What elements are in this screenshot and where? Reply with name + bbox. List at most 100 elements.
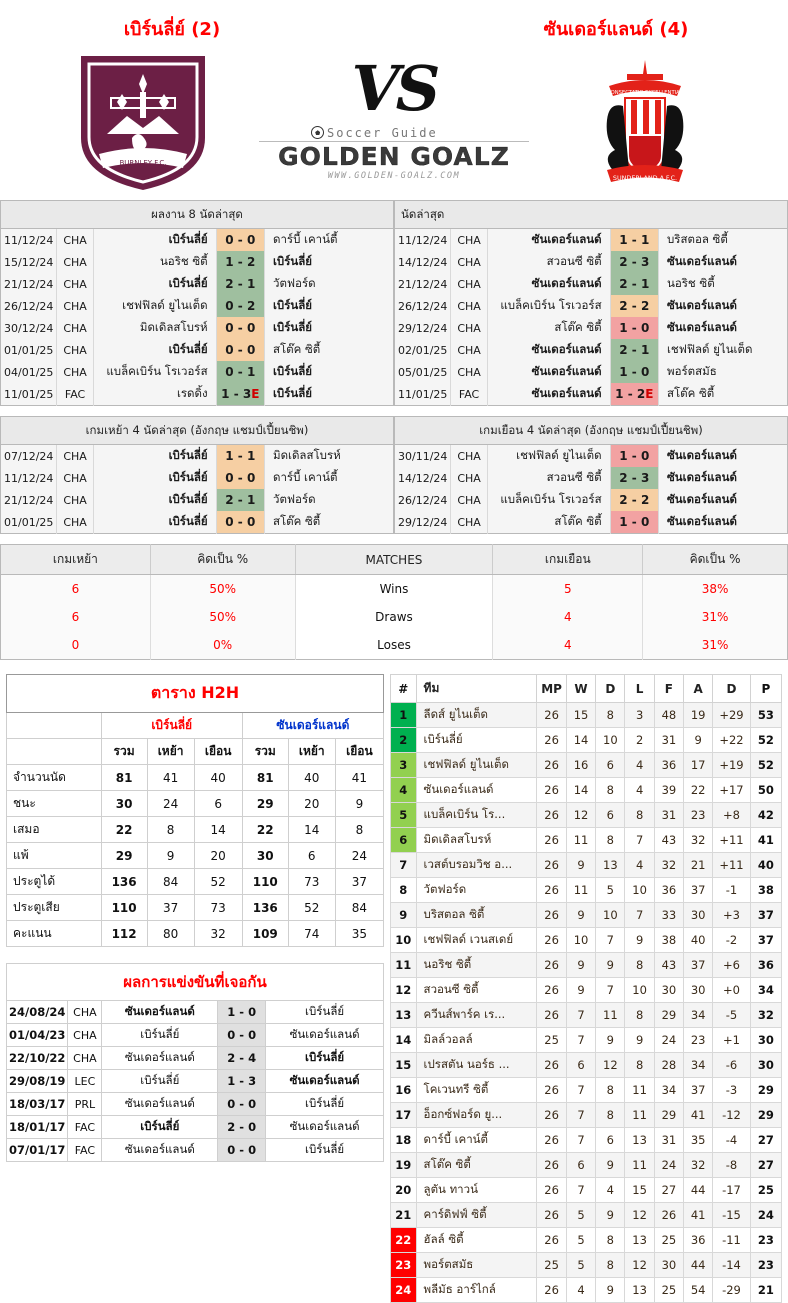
away-team-name: เบิร์นลี่ย์ <box>265 1046 384 1070</box>
standings-row[interactable]: 9 บริสตอล ซิตี้ 26 9 10 7 33 30 +3 37 <box>390 902 783 928</box>
standings-row[interactable]: 22 ฮัลล์ ซิตี้ 26 5 8 13 25 36 -11 23 <box>390 1227 783 1253</box>
h2h-result-row[interactable]: 29/08/19 LEC เบิร์นลี่ย์ 1 - 3 ซันเดอร์แลนด์ <box>5 1069 384 1093</box>
standings-row[interactable]: 8 วัตฟอร์ด 26 11 5 10 36 37 -1 38 <box>390 877 783 903</box>
match-score: 2 - 3 <box>610 467 659 489</box>
standings-losses: 7 <box>624 827 655 853</box>
h2h-result-row[interactable]: 01/04/23 CHA เบิร์นลี่ย์ 0 - 0 ซันเดอร์แลนด์ <box>5 1023 384 1047</box>
match-date: 14/12/24 <box>394 251 452 273</box>
standings-team-name: ควีนส์พาร์ค เร... <box>415 1002 538 1028</box>
standings-row[interactable]: 15 เปรสตัน นอร์ธ ... 26 6 12 8 28 34 -6 30 <box>390 1052 783 1078</box>
h2h-a-total: 110 <box>100 894 148 921</box>
match-result-row[interactable]: 11/12/24 CHA ซันเดอร์แลนด์ 1 - 1 บริสตอล ซิต… <box>394 228 788 251</box>
standings-row[interactable]: 21 คาร์ดิฟฟ์ ซิตี้ 26 5 9 12 26 41 -15 24 <box>390 1202 783 1228</box>
standings-row[interactable]: 4 ซันเดอร์แลนด์ 26 14 8 4 39 22 +17 50 <box>390 777 783 803</box>
h2h-stat-row: คะแนน 112 80 32 109 74 35 <box>6 920 385 947</box>
match-result-row[interactable]: 02/01/25 CHA ซันเดอร์แลนด์ 2 - 1 เชฟฟิลด์ ยู… <box>394 339 788 361</box>
standings-goals-for: 48 <box>653 702 685 728</box>
standings-row[interactable]: 11 นอริช ซิตี้ 26 9 9 8 43 37 +6 36 <box>390 952 783 978</box>
match-result-row[interactable]: 15/12/24 CHA นอริช ซิตี้ 1 - 2 เบิร์นลี่ย์ <box>0 251 394 273</box>
standings-row[interactable]: 3 เชฟฟิลด์ ยูไนเต็ด 26 16 6 4 36 17 +19 52 <box>390 752 783 778</box>
away-team-name: นอริช ซิตี้ <box>666 276 715 290</box>
match-date: 11/12/24 <box>0 228 58 251</box>
standings-team-name: ซันเดอร์แลนด์ <box>415 777 538 803</box>
match-result-row[interactable]: 14/12/24 CHA สวอนซี ซิตี้ 2 - 3 ซันเดอร์แลนด… <box>394 251 788 273</box>
match-date: 01/01/25 <box>0 511 58 534</box>
match-result-row[interactable]: 30/11/24 CHA เชฟฟิลด์ ยูไนเต็ด 1 - 0 ซันเดอร… <box>394 444 788 467</box>
standings-wins: 7 <box>565 1077 597 1103</box>
match-result-row[interactable]: 11/01/25 FAC เรดดิ้ง 1 - 3E เบิร์นลี่ย์ <box>0 383 394 406</box>
standings-team-name: เชฟฟิลด์ ยูไนเต็ด <box>415 752 538 778</box>
match-result-row[interactable]: 14/12/24 CHA สวอนซี ซิตี้ 2 - 3 ซันเดอร์แลนด… <box>394 467 788 489</box>
standings-row[interactable]: 19 สโต๊ค ซิตี้ 26 6 9 11 24 32 -8 27 <box>390 1152 783 1178</box>
match-result-row[interactable]: 21/12/24 CHA เบิร์นลี่ย์ 2 - 1 วัตฟอร์ด <box>0 489 394 511</box>
standings-goals-against: 40 <box>683 927 714 953</box>
standings-row[interactable]: 16 โคเวนทรี ซิตี้ 26 7 8 11 34 37 -3 29 <box>390 1077 783 1103</box>
match-result-row[interactable]: 11/12/24 CHA เบิร์นลี่ย์ 0 - 0 ดาร์บี้ เคาน์… <box>0 228 394 251</box>
standings-row[interactable]: 20 ลูตัน ทาวน์ 26 7 4 15 27 44 -17 25 <box>390 1177 783 1203</box>
match-date: 22/10/22 <box>5 1046 69 1070</box>
match-result-row[interactable]: 26/12/24 CHA แบล็คเบิร์น โรเวอร์ส 2 - 2 ซันเ… <box>394 489 788 511</box>
standings-wins: 10 <box>565 927 597 953</box>
match-result-row[interactable]: 01/01/25 CHA เบิร์นลี่ย์ 0 - 0 สโต๊ค ซิตี้ <box>0 339 394 361</box>
standings-row[interactable]: 7 เวสต์บรอมวิช อ... 26 9 13 4 32 21 +11 40 <box>390 852 783 878</box>
match-result-row[interactable]: 11/12/24 CHA เบิร์นลี่ย์ 0 - 0 ดาร์บี้ เคาน์… <box>0 467 394 489</box>
match-result-row[interactable]: 07/12/24 CHA เบิร์นลี่ย์ 1 - 1 มิดเดิลสโบรห์ <box>0 444 394 467</box>
h2h-stat-label: เสมอ <box>6 816 102 843</box>
standings-row[interactable]: 24 พลีมัธ อาร์ไกล์ 26 4 9 13 25 54 -29 21 <box>390 1277 783 1303</box>
standings-goals-for: 33 <box>653 902 685 928</box>
match-result-row[interactable]: 29/12/24 CHA สโต๊ค ซิตี้ 1 - 0 ซันเดอร์แลนด์ <box>394 511 788 534</box>
standings-goals-against: 23 <box>683 802 714 828</box>
standings-row[interactable]: 10 เชฟฟิลด์ เวนสเดย์ 26 10 7 9 38 40 -2 37 <box>390 927 783 953</box>
match-result-row[interactable]: 29/12/24 CHA สโต๊ค ซิตี้ 1 - 0 ซันเดอร์แลนด์ <box>394 317 788 339</box>
match-result-row[interactable]: 01/01/25 CHA เบิร์นลี่ย์ 0 - 0 สโต๊ค ซิตี้ <box>0 511 394 534</box>
home-team-name: เบิร์นลี่ย์ <box>101 1069 219 1093</box>
match-result-row[interactable]: 30/12/24 CHA มิดเดิลสโบรห์ 0 - 0 เบิร์นลี่ย์ <box>0 317 394 339</box>
standings-row[interactable]: 6 มิดเดิลสโบรห์ 26 11 8 7 43 32 +11 41 <box>390 827 783 853</box>
away-team-name: เบิร์นลี่ย์ <box>272 254 313 268</box>
h2h-result-row[interactable]: 18/03/17 PRL ซันเดอร์แลนด์ 0 - 0 เบิร์นลี่ย์ <box>5 1092 384 1116</box>
standings-draws: 5 <box>595 877 626 903</box>
standings-goals-for: 43 <box>653 827 685 853</box>
standings-row[interactable]: 14 มิลล์วอลล์ 25 7 9 9 24 23 +1 30 <box>390 1027 783 1053</box>
standings-row[interactable]: 23 พอร์ตสมัธ 25 5 8 12 30 44 -14 23 <box>390 1252 783 1278</box>
match-result-row[interactable]: 11/01/25 FAC ซันเดอร์แลนด์ 1 - 2E สโต๊ค ซิตี… <box>394 383 788 406</box>
standings-wins: 14 <box>565 727 597 753</box>
standings-row[interactable]: 17 อ็อกซ์ฟอร์ด ยู... 26 7 8 11 29 41 -12 29 <box>390 1102 783 1128</box>
standings-row[interactable]: 18 ดาร์บี้ เคาน์ตี้ 26 7 6 13 31 35 -4 27 <box>390 1127 783 1153</box>
match-result-row[interactable]: 04/01/25 CHA แบล็คเบิร์น โรเวอร์ส 0 - 1 เบิร… <box>0 361 394 383</box>
match-date: 30/12/24 <box>0 317 58 339</box>
standings-goals-against: 54 <box>683 1277 714 1303</box>
h2h-team-b-name: ซันเดอร์แลนด์ <box>241 712 385 739</box>
match-result-row[interactable]: 26/12/24 CHA เชฟฟิลด์ ยูไนเต็ด 0 - 2 เบิร์นล… <box>0 295 394 317</box>
match-result-row[interactable]: 26/12/24 CHA แบล็คเบิร์น โรเวอร์ส 2 - 2 ซันเ… <box>394 295 788 317</box>
h2h-result-row[interactable]: 18/01/17 FAC เบิร์นลี่ย์ 2 - 0 ซันเดอร์แลนด์ <box>5 1115 384 1139</box>
match-result-row[interactable]: 21/12/24 CHA เบิร์นลี่ย์ 2 - 1 วัตฟอร์ด <box>0 273 394 295</box>
competition-code: CHA <box>450 511 488 534</box>
away-stat-percent: 31% <box>701 638 729 652</box>
match-score: 0 - 0 <box>217 1023 267 1047</box>
standings-row[interactable]: 2 เบิร์นลี่ย์ 26 14 10 2 31 9 +22 52 <box>390 727 783 753</box>
match-date: 26/12/24 <box>0 295 58 317</box>
standings-goal-diff: -4 <box>712 1127 751 1153</box>
match-score: 0 - 0 <box>217 1092 267 1116</box>
h2h-result-row[interactable]: 22/10/22 CHA ซันเดอร์แลนด์ 2 - 4 เบิร์นลี่ย์ <box>5 1046 384 1070</box>
standings-row[interactable]: 13 ควีนส์พาร์ค เร... 26 7 11 8 29 34 -5 32 <box>390 1002 783 1028</box>
h2h-result-row[interactable]: 07/01/17 FAC ซันเดอร์แลนด์ 0 - 0 เบิร์นลี่ย์ <box>5 1138 384 1162</box>
standings-goal-diff: -8 <box>712 1152 751 1178</box>
standings-rank: 21 <box>390 1202 417 1228</box>
h2h-sub-b-away: เยือน <box>334 738 385 765</box>
standings-row[interactable]: 1 ลีดส์ ยูไนเต็ด 26 15 8 3 48 19 +29 53 <box>390 702 783 728</box>
competition-code: CHA <box>450 273 488 295</box>
standings-row[interactable]: 12 สวอนซี ซิตี้ 26 9 7 10 30 30 +0 34 <box>390 977 783 1003</box>
match-result-row[interactable]: 05/01/25 CHA ซันเดอร์แลนด์ 1 - 0 พอร์ตสมัธ <box>394 361 788 383</box>
h2h-result-row[interactable]: 24/08/24 CHA ซันเดอร์แลนด์ 1 - 0 เบิร์นลี่ย์ <box>5 1000 384 1024</box>
match-result-row[interactable]: 21/12/24 CHA ซันเดอร์แลนด์ 2 - 1 นอริช ซิตี้ <box>394 273 788 295</box>
standings-mp: 26 <box>536 827 567 853</box>
standings-row[interactable]: 5 แบล็คเบิร์น โร... 26 12 6 8 31 23 +8 42 <box>390 802 783 828</box>
standings-goals-against: 23 <box>683 1027 714 1053</box>
standings-mp: 26 <box>536 727 567 753</box>
standings-goals-for: 31 <box>653 727 685 753</box>
h2h-sub-header-row: รวม เหย้า เยือน รวม เหย้า เยือน <box>6 738 385 765</box>
home-team-name: ซันเดอร์แลนด์ <box>487 273 611 295</box>
match-score: 2 - 1 <box>216 489 265 511</box>
